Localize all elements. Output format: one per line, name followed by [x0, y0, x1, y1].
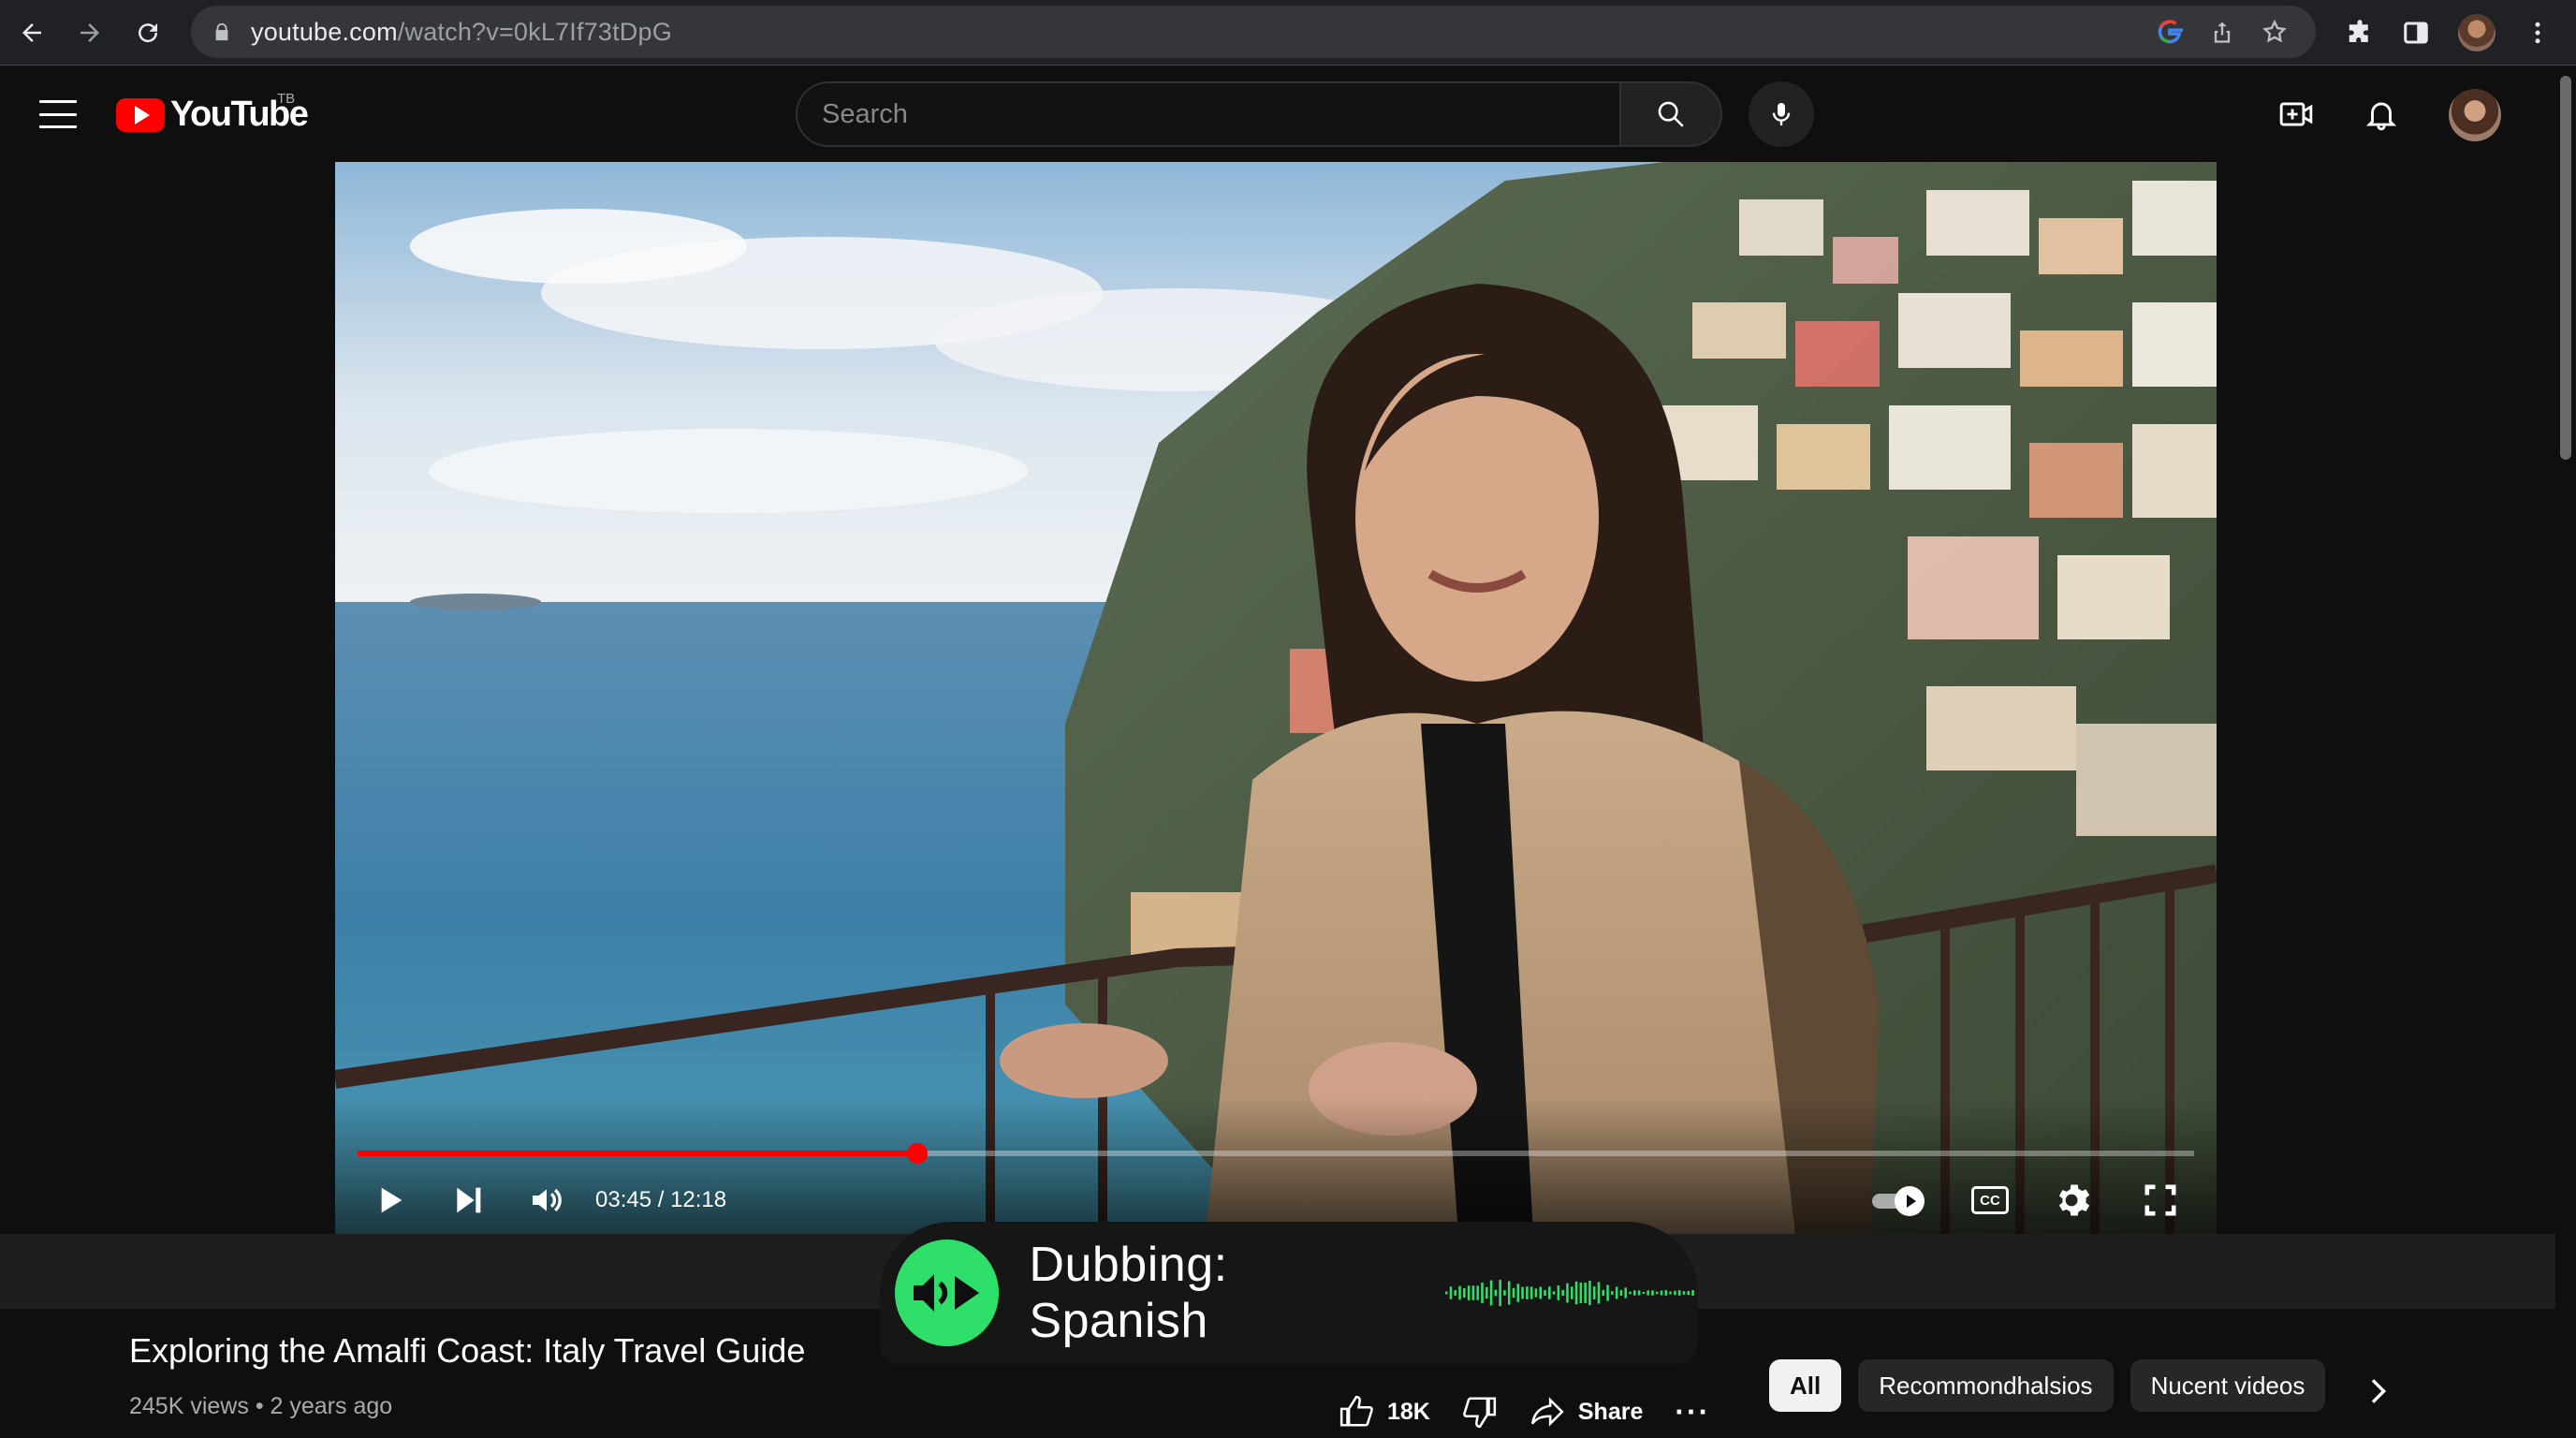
- reload-icon: [139, 22, 158, 42]
- back-button[interactable]: [6, 7, 58, 59]
- time-display: 03:45 / 12:18: [595, 1187, 727, 1212]
- more-actions-button[interactable]: ···: [1675, 1395, 1710, 1430]
- play-icon[interactable]: [371, 1181, 408, 1219]
- fullscreen-icon[interactable]: [2140, 1180, 2181, 1221]
- create-button[interactable]: [2276, 95, 2316, 134]
- like-button[interactable]: 18K: [1339, 1394, 1430, 1430]
- search-input[interactable]: [822, 98, 1619, 130]
- search-field[interactable]: [796, 81, 1621, 147]
- dubbing-label: Dubbing: Spanish: [1029, 1238, 1228, 1348]
- right-controls: CC: [1872, 1177, 2181, 1224]
- lock-icon: [215, 22, 228, 41]
- extensions-puzzle-icon[interactable]: [2346, 19, 2374, 47]
- bell-icon: [2365, 102, 2397, 131]
- browser-toolbar: youtube.com/watch?v=0kL7If73tDpG: [0, 0, 2576, 66]
- progress-played: [358, 1151, 918, 1156]
- logo-country-code: TB: [277, 91, 296, 107]
- voice-search-button[interactable]: [1749, 81, 1814, 147]
- video-actions: 18K Share ···: [1339, 1391, 1742, 1432]
- hamburger-menu-icon[interactable]: [39, 100, 77, 128]
- view-count: 245K views: [129, 1393, 249, 1419]
- forward-button[interactable]: [64, 7, 116, 59]
- google-lens-icon[interactable]: [2157, 19, 2183, 45]
- kebab-menu-icon[interactable]: [2524, 19, 2552, 47]
- chevron-right-icon[interactable]: [2359, 1372, 2396, 1410]
- chip-recent-videos[interactable]: Nucent videos: [2130, 1359, 2326, 1412]
- left-controls: 03:45 / 12:18: [371, 1177, 726, 1224]
- create-video-icon: [2279, 102, 2313, 126]
- autoplay-toggle[interactable]: [1872, 1186, 1926, 1216]
- progress-bar[interactable]: [358, 1143, 2194, 1164]
- share-button[interactable]: Share: [1530, 1394, 1643, 1430]
- subtitles-cc-button[interactable]: CC: [1971, 1186, 2009, 1214]
- dubbing-audio-icon: [895, 1240, 1000, 1346]
- youtube-logo[interactable]: YouTube TB: [116, 91, 309, 135]
- chip-recommendations[interactable]: Recommondhalsios: [1858, 1359, 2114, 1412]
- thumbs-down-icon: [1463, 1397, 1496, 1429]
- next-video-icon[interactable]: [449, 1181, 487, 1219]
- chip-all[interactable]: All: [1769, 1359, 1842, 1412]
- bookmark-star-icon[interactable]: [2261, 19, 2288, 45]
- notifications-button[interactable]: [2362, 95, 2401, 134]
- dislike-button[interactable]: [1462, 1394, 1498, 1430]
- arrow-left-icon: [22, 22, 41, 42]
- microphone-icon: [1772, 103, 1791, 125]
- arrow-right-icon: [80, 22, 99, 42]
- video-meta: 245K views • 2 years ago: [129, 1393, 393, 1419]
- reload-button[interactable]: [122, 7, 174, 59]
- scrollbar-thumb[interactable]: [2560, 76, 2571, 460]
- browser-profile-avatar[interactable]: [2458, 14, 2496, 51]
- video-title: Exploring the Amalfi Coast: Italy Travel…: [129, 1331, 806, 1370]
- search-icon: [1658, 101, 1684, 127]
- audio-waveform-icon: [1445, 1279, 1695, 1307]
- volume-icon[interactable]: [528, 1181, 565, 1219]
- settings-gear-icon[interactable]: [2054, 1180, 2095, 1221]
- side-panel-icon[interactable]: [2402, 19, 2430, 47]
- search-button[interactable]: [1619, 81, 1722, 147]
- page-scrollbar[interactable]: [2555, 66, 2576, 1438]
- thumbs-up-icon: [1339, 1395, 1373, 1427]
- youtube-header: YouTube TB: [0, 66, 2555, 162]
- dubbing-indicator[interactable]: Dubbing: Spanish: [880, 1222, 1698, 1364]
- url-text: youtube.com/watch?v=0kL7If73tDpG: [251, 17, 672, 46]
- share-arrow-icon: [1530, 1397, 1564, 1427]
- share-label: Share: [1577, 1398, 1644, 1425]
- video-frame-image: [335, 162, 2217, 1234]
- upload-age: 2 years ago: [270, 1393, 393, 1419]
- address-bar[interactable]: youtube.com/watch?v=0kL7If73tDpG: [191, 6, 2316, 58]
- recommendation-chips: All Recommondhalsios Nucent videos: [1769, 1359, 2326, 1412]
- account-avatar[interactable]: [2449, 89, 2501, 141]
- like-count: 18K: [1387, 1398, 1430, 1425]
- play-logo-icon: [116, 97, 165, 132]
- video-player[interactable]: 03:45 / 12:18 CC: [335, 162, 2217, 1234]
- share-page-icon[interactable]: [2209, 19, 2235, 45]
